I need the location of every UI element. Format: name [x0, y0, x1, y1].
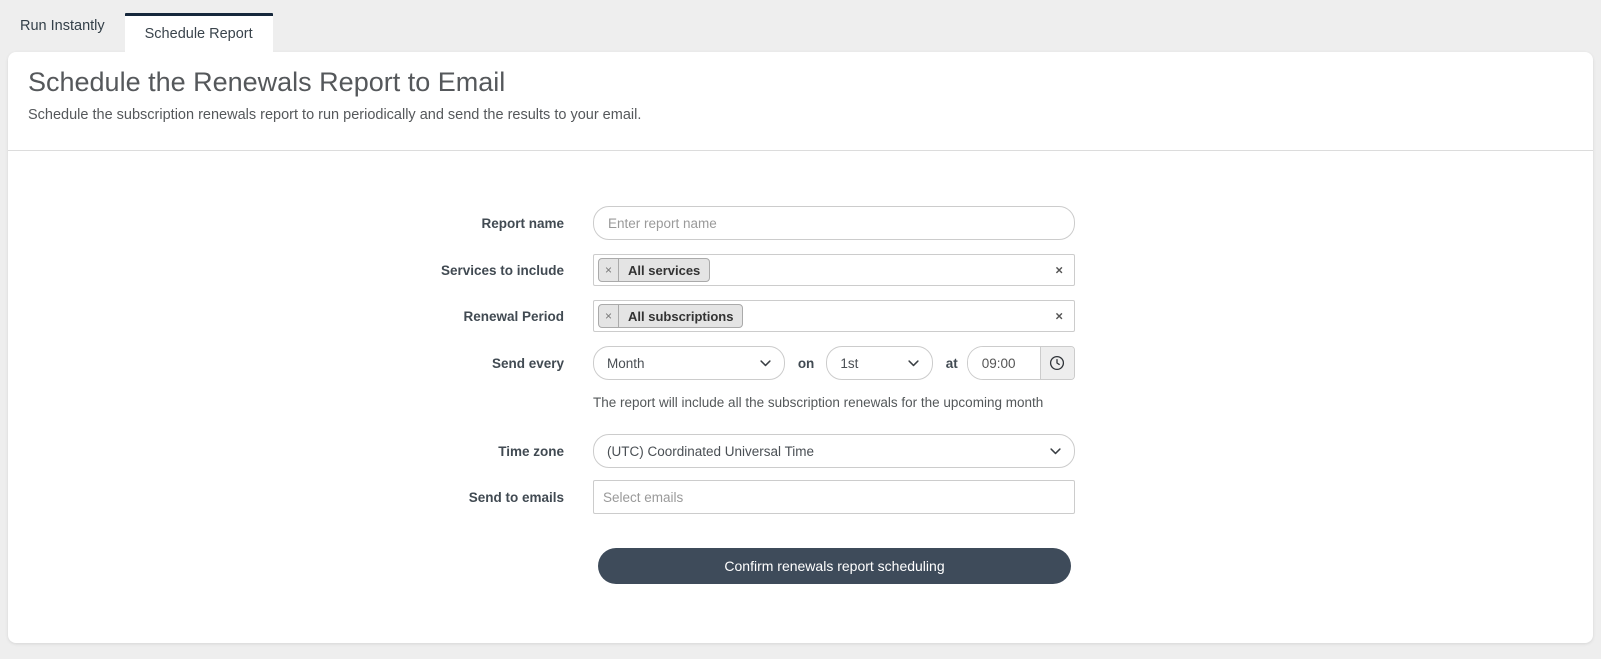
at-label: at: [945, 355, 958, 371]
send-to-emails-input[interactable]: [593, 480, 1075, 514]
tab-schedule-report[interactable]: Schedule Report: [124, 13, 273, 52]
tab-bar: Run Instantly Schedule Report: [0, 0, 1601, 52]
tag-remove-icon[interactable]: ×: [599, 259, 620, 281]
chevron-down-icon: [1050, 447, 1061, 454]
tag-label: All services: [628, 262, 701, 278]
services-selected-tag: × All services: [598, 258, 711, 282]
chevron-down-icon: [760, 359, 771, 366]
time-input[interactable]: [967, 347, 1040, 379]
report-name-label: Report name: [481, 215, 564, 231]
time-zone-row: Time zone (UTC) Coordinated Universal Ti…: [8, 434, 1593, 468]
time-picker: [966, 346, 1075, 380]
clear-selection-icon[interactable]: ×: [1055, 310, 1063, 323]
renewal-period-label: Renewal Period: [463, 308, 564, 324]
day-value: 1st: [840, 355, 859, 371]
confirm-schedule-button[interactable]: Confirm renewals report scheduling: [598, 548, 1071, 584]
clear-selection-icon[interactable]: ×: [1055, 264, 1063, 277]
time-zone-value: (UTC) Coordinated Universal Time: [607, 443, 815, 459]
day-select[interactable]: 1st: [826, 346, 933, 380]
tag-label: All subscriptions: [628, 308, 734, 324]
renewal-period-multiselect[interactable]: × All subscriptions ×: [593, 300, 1075, 332]
tab-run-instantly[interactable]: Run Instantly: [0, 0, 125, 52]
send-to-emails-row: Send to emails: [8, 480, 1593, 514]
renewal-selected-tag: × All subscriptions: [598, 304, 744, 328]
send-every-row: Send every Month on 1st at 09:00: [8, 346, 1593, 380]
on-label: on: [797, 355, 815, 371]
page-subtitle: Schedule the subscription renewals repor…: [28, 107, 642, 123]
time-zone-label: Time zone: [498, 443, 564, 459]
schedule-helper-text: The report will include all the subscrip…: [593, 395, 1044, 410]
time-zone-select[interactable]: (UTC) Coordinated Universal Time: [593, 434, 1075, 468]
clock-icon[interactable]: [1039, 347, 1074, 379]
services-multiselect[interactable]: × All services ×: [593, 254, 1075, 286]
services-row: Services to include × All services ×: [8, 254, 1593, 286]
report-name-input[interactable]: [593, 206, 1075, 240]
frequency-select[interactable]: Month: [593, 346, 785, 380]
helper-row: The report will include all the subscrip…: [8, 394, 1593, 412]
services-label: Services to include: [440, 262, 564, 278]
page-title: Schedule the Renewals Report to Email: [28, 67, 506, 97]
panel-header: Schedule the Renewals Report to Email Sc…: [8, 52, 1593, 123]
chevron-down-icon: [908, 359, 919, 366]
schedule-form: Report name Services to include × All se…: [8, 151, 1593, 584]
frequency-value: Month: [607, 355, 645, 371]
send-every-label: Send every: [491, 355, 564, 371]
send-to-emails-label: Send to emails: [468, 489, 564, 505]
schedule-report-panel: Schedule the Renewals Report to Email Sc…: [8, 52, 1593, 643]
tag-remove-icon[interactable]: ×: [599, 305, 620, 327]
renewal-period-row: Renewal Period × All subscriptions ×: [8, 300, 1593, 332]
report-name-row: Report name: [8, 206, 1593, 240]
submit-row: Confirm renewals report scheduling: [8, 548, 1593, 584]
